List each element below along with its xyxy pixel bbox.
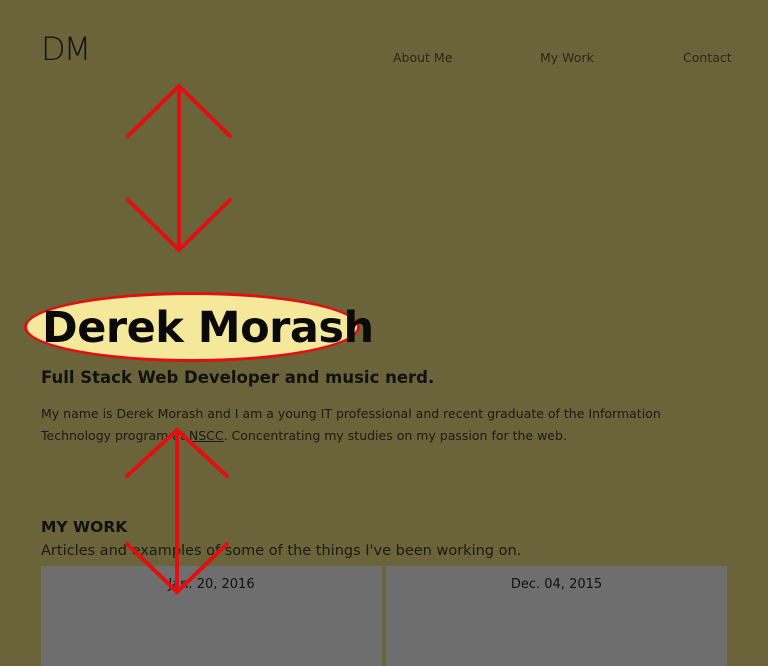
nav-about-me[interactable]: About Me [393,50,452,65]
nav-contact[interactable]: Contact [683,50,732,65]
work-card[interactable]: Dec. 04, 2015 [386,566,727,666]
hero-name: Derek Morash [42,303,374,353]
hero-intro: My name is Derek Morash and I am a young… [41,403,681,447]
work-card[interactable]: Jan. 20, 2016 [41,566,382,666]
work-card-date: Dec. 04, 2015 [510,577,603,592]
my-work-title: MY WORK [41,518,128,536]
work-card-date: Jan. 20, 2016 [168,577,255,592]
my-work-description: Articles and examples of some of the thi… [41,543,522,559]
intro-line-2-suffix: . Concentrating my studies on my passion… [223,428,567,443]
nav-my-work[interactable]: My Work [540,50,594,65]
site-logo[interactable]: DM [41,30,91,68]
nscc-link[interactable]: NSCC [189,428,224,443]
intro-line-2-prefix: Technology program at [41,428,189,443]
double-arrow-icon [126,83,232,253]
intro-line-1: My name is Derek Morash and I am a young… [41,406,661,421]
hero-subtitle: Full Stack Web Developer and music nerd. [41,368,435,387]
